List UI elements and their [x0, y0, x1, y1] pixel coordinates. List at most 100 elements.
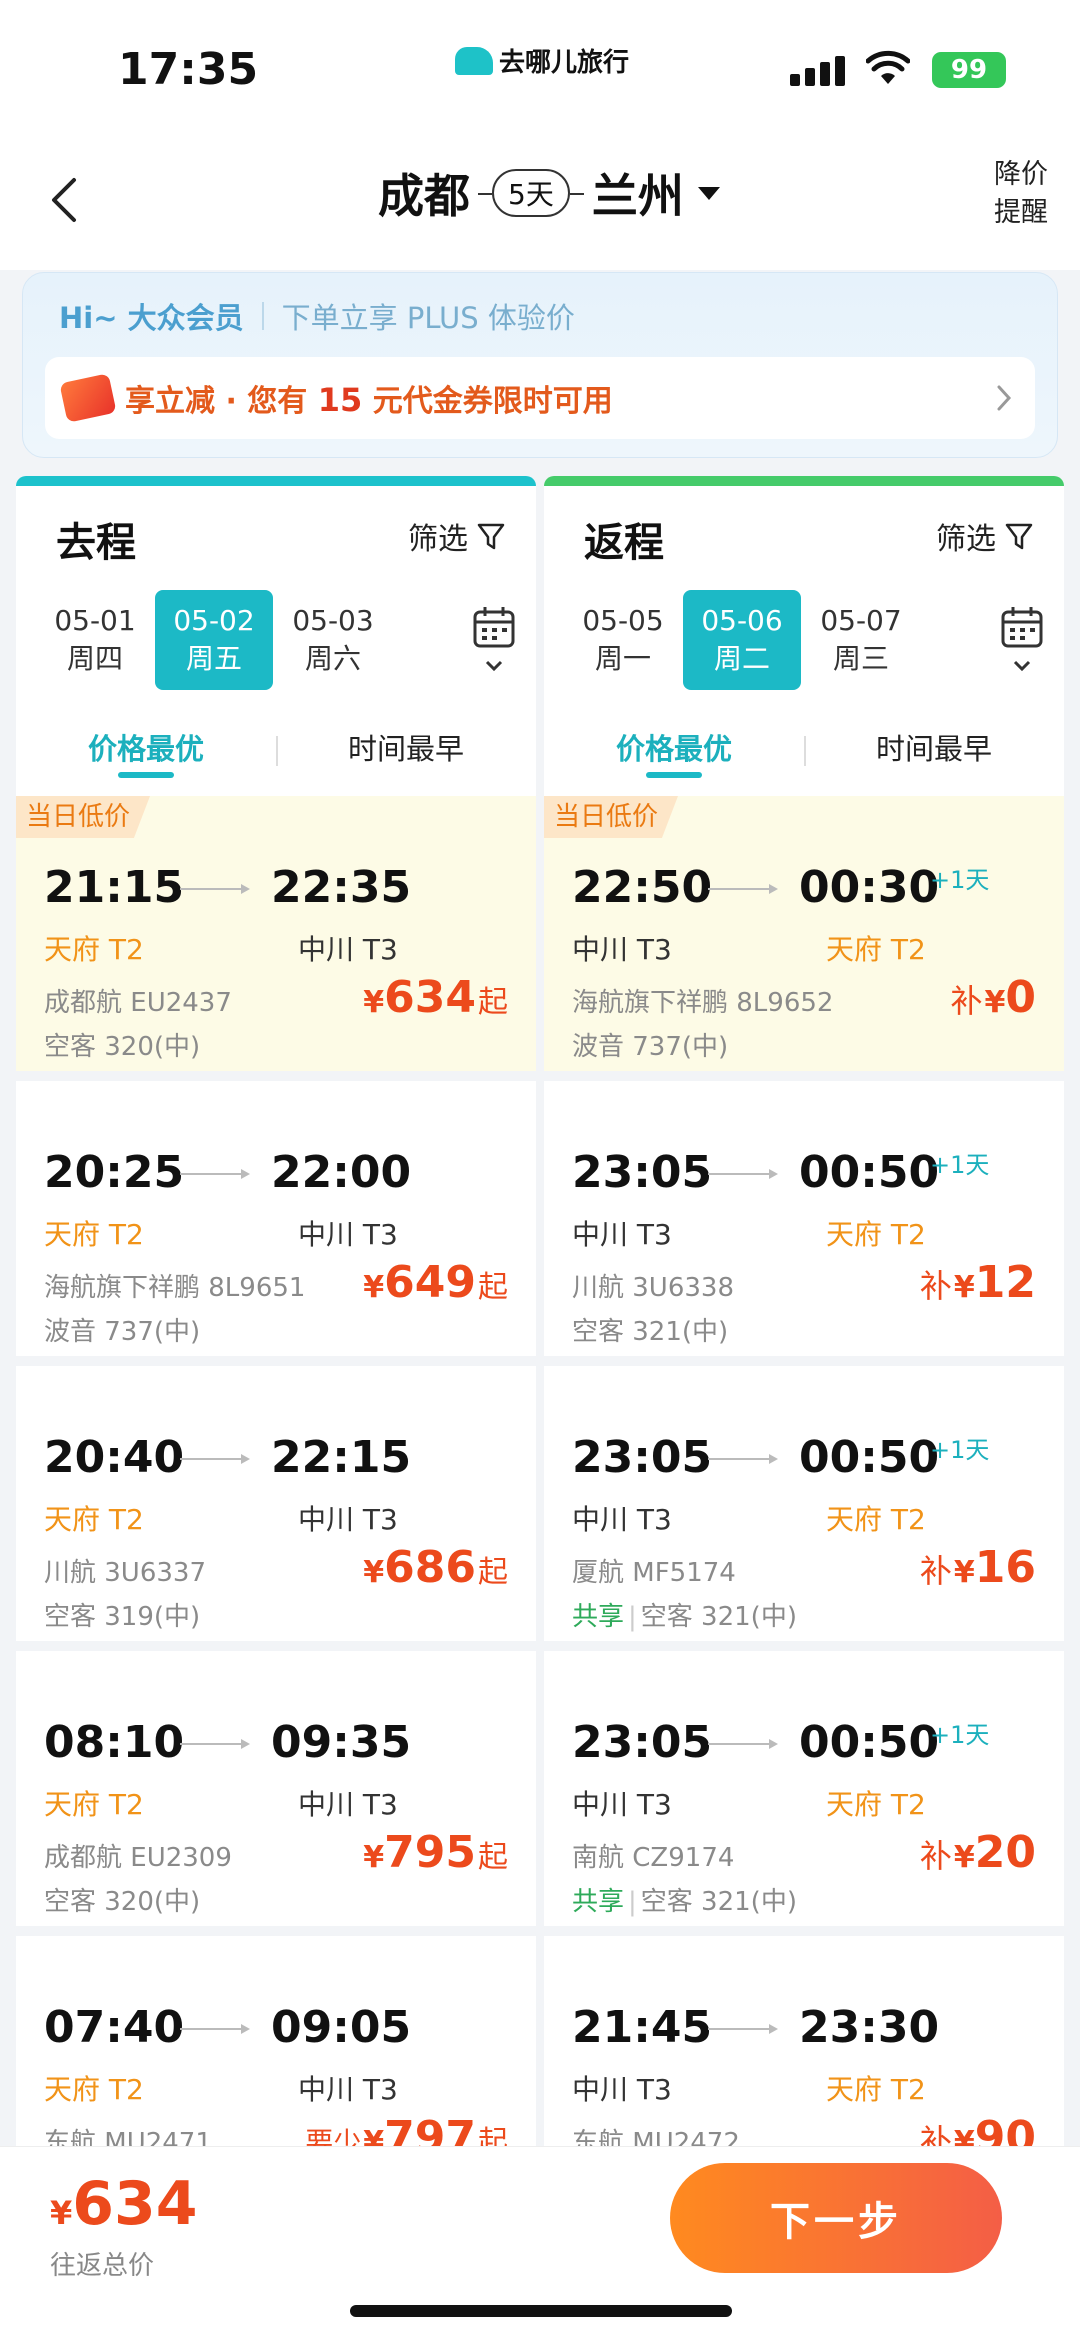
- date-option-selected[interactable]: 05-06 周二: [683, 590, 801, 690]
- tab-price-best[interactable]: 价格最优: [16, 716, 276, 782]
- price: ¥634 起: [363, 972, 508, 1023]
- airline: 川航 3U6337: [44, 1558, 207, 1588]
- date-value: 05-02: [173, 604, 255, 637]
- price-prefix: 补: [950, 982, 983, 1020]
- arrive-airport: 中川 T3: [298, 1503, 398, 1536]
- currency: ¥: [984, 985, 1006, 1020]
- coupon-row[interactable]: 享立减 · 您有 15 元代金券限时可用: [45, 357, 1035, 439]
- calendar-icon[interactable]: [472, 604, 516, 680]
- tab-time-earliest[interactable]: 时间最早: [276, 716, 536, 782]
- aircraft: 波音 737(中): [572, 1032, 729, 1062]
- flight-card[interactable]: 21:45 23:30 中川 T3 天府 T2 东航 MU2472 补 ¥90: [544, 1936, 1064, 2146]
- price-alert-button[interactable]: 降价 提醒: [994, 156, 1048, 232]
- from-city: 成都: [378, 169, 470, 223]
- low-price-tag: 当日低价: [544, 796, 679, 838]
- outbound-filter-button[interactable]: 筛选: [408, 514, 506, 558]
- depart-airport: 天府 T2: [44, 1218, 144, 1251]
- price: ¥649 起: [363, 1257, 508, 1308]
- date-option[interactable]: 05-07 周三: [802, 590, 920, 690]
- outbound-title: 去程: [56, 520, 136, 566]
- arrow-icon: [180, 1169, 250, 1179]
- depart-airport: 天府 T2: [44, 933, 144, 966]
- date-value: 05-05: [582, 604, 664, 637]
- flight-card[interactable]: 20:40 22:15 天府 T2 中川 T3 川航 3U6337 空客 319…: [16, 1366, 536, 1651]
- back-icon[interactable]: [40, 170, 90, 230]
- price-value: 649: [384, 1257, 476, 1308]
- flight-card[interactable]: 当日低价 21:15 22:35 天府 T2 中川 T3 成都航 EU2437 …: [16, 796, 536, 1081]
- flight-card[interactable]: 23:05 00:50 +1天 中川 T3 天府 T2 川航 3U6338 空客…: [544, 1081, 1064, 1366]
- depart-time: 08:10: [44, 1717, 185, 1768]
- nav-bar: 成都 5天 兰州 降价 提醒: [0, 130, 1080, 270]
- price-value: 795: [384, 1827, 476, 1878]
- depart-time: 23:05: [572, 1717, 713, 1768]
- depart-airport: 中川 T3: [572, 1503, 672, 1536]
- tab-time-earliest[interactable]: 时间最早: [804, 716, 1064, 782]
- arrive-airport: 天府 T2: [826, 2073, 926, 2106]
- date-option[interactable]: 05-05 周一: [564, 590, 682, 690]
- flight-card[interactable]: 07:40 09:05 天府 T2 中川 T3 东航 MU2471 要少 ¥797…: [16, 1936, 536, 2146]
- next-day-badge: +1天: [930, 1151, 990, 1179]
- flight-card[interactable]: 20:25 22:00 天府 T2 中川 T3 海航旗下祥鹏 8L9651 波音…: [16, 1081, 536, 1366]
- total-label: 往返总价: [50, 2251, 155, 2281]
- arrive-time: 09:35: [271, 1717, 412, 1768]
- calendar-icon[interactable]: [1000, 604, 1044, 680]
- date-value: 05-06: [701, 604, 783, 637]
- status-bar: 17:35 去哪儿旅行 99: [0, 0, 1080, 130]
- tab-price-best[interactable]: 价格最优: [544, 716, 804, 782]
- arrive-time: 22:00: [271, 1147, 412, 1198]
- coupon-icon: [59, 373, 117, 423]
- price-value: 16: [974, 1542, 1036, 1593]
- arrive-time: 09:05: [271, 2002, 412, 2053]
- status-time: 17:35: [118, 44, 259, 95]
- arrive-time: 00:50: [799, 1432, 940, 1483]
- date-weekday: 周六: [304, 642, 361, 675]
- date-option-selected[interactable]: 05-02 周五: [155, 590, 273, 690]
- aircraft: 空客 320(中): [44, 1887, 201, 1917]
- date-option[interactable]: 05-01 周四: [36, 590, 154, 690]
- coupon-amount: 15: [317, 381, 363, 419]
- divider: [261, 302, 264, 330]
- price-alert-line1: 降价: [994, 159, 1048, 190]
- divider: [276, 736, 278, 766]
- aircraft: 空客 320(中): [44, 1032, 201, 1062]
- price-suffix: 起: [478, 2125, 508, 2146]
- member-greeting: Hi~ 大众会员: [59, 301, 244, 335]
- price: 补 ¥90: [920, 2112, 1036, 2146]
- arrive-time: 22:35: [271, 862, 412, 913]
- return-date-strip: 05-05 周一 05-06 周二 05-07 周三: [564, 590, 1024, 690]
- depart-airport: 天府 T2: [44, 1788, 144, 1821]
- arrive-airport: 中川 T3: [298, 933, 398, 966]
- shared-badge: 共享: [572, 1602, 625, 1632]
- airline: 东航 MU2472: [572, 2128, 740, 2146]
- currency: ¥: [363, 2125, 385, 2146]
- low-price-tag: 当日低价: [16, 796, 151, 838]
- arrow-icon: [708, 1169, 778, 1179]
- airline: 成都航 EU2309: [44, 1843, 232, 1873]
- price: 补 ¥0: [950, 972, 1036, 1023]
- arrow-icon: [180, 1454, 250, 1464]
- aircraft-row: 共享 | 空客 321(中): [572, 1881, 797, 1918]
- flight-card[interactable]: 23:05 00:50 +1天 中川 T3 天府 T2 厦航 MF5174 共享…: [544, 1366, 1064, 1651]
- price-suffix: 起: [478, 1840, 508, 1875]
- flight-card[interactable]: 23:05 00:50 +1天 中川 T3 天府 T2 南航 CZ9174 共享…: [544, 1651, 1064, 1936]
- flight-card[interactable]: 当日低价 22:50 00:30 +1天 中川 T3 天府 T2 海航旗下祥鹏 …: [544, 796, 1064, 1081]
- date-value: 05-01: [54, 604, 136, 637]
- battery-level: 99: [950, 55, 988, 85]
- arrive-time: 22:15: [271, 1432, 412, 1483]
- depart-airport: 中川 T3: [572, 1788, 672, 1821]
- return-filter-button[interactable]: 筛选: [936, 514, 1034, 558]
- caret-down-icon: [697, 186, 720, 200]
- flight-card[interactable]: 08:10 09:35 天府 T2 中川 T3 成都航 EU2309 空客 32…: [16, 1651, 536, 1936]
- next-day-badge: +1天: [930, 1436, 990, 1464]
- date-option[interactable]: 05-03 周六: [274, 590, 392, 690]
- price-prefix: 补: [919, 1552, 952, 1590]
- price-value: 20: [974, 1827, 1036, 1878]
- return-column: 返程 筛选 05-05 周一 05-06 周二 05-07 周三 价格最优 时间最早 …: [544, 476, 1064, 2146]
- return-title: 返程: [584, 520, 664, 566]
- outbound-sort-tabs: 价格最优 时间最早: [16, 716, 536, 782]
- price-suffix: 起: [478, 985, 508, 1020]
- date-weekday: 周二: [713, 642, 770, 675]
- next-step-button[interactable]: 下一步: [670, 2163, 1002, 2273]
- price-suffix: 起: [478, 1555, 508, 1590]
- route-selector[interactable]: 成都 5天 兰州: [378, 160, 720, 226]
